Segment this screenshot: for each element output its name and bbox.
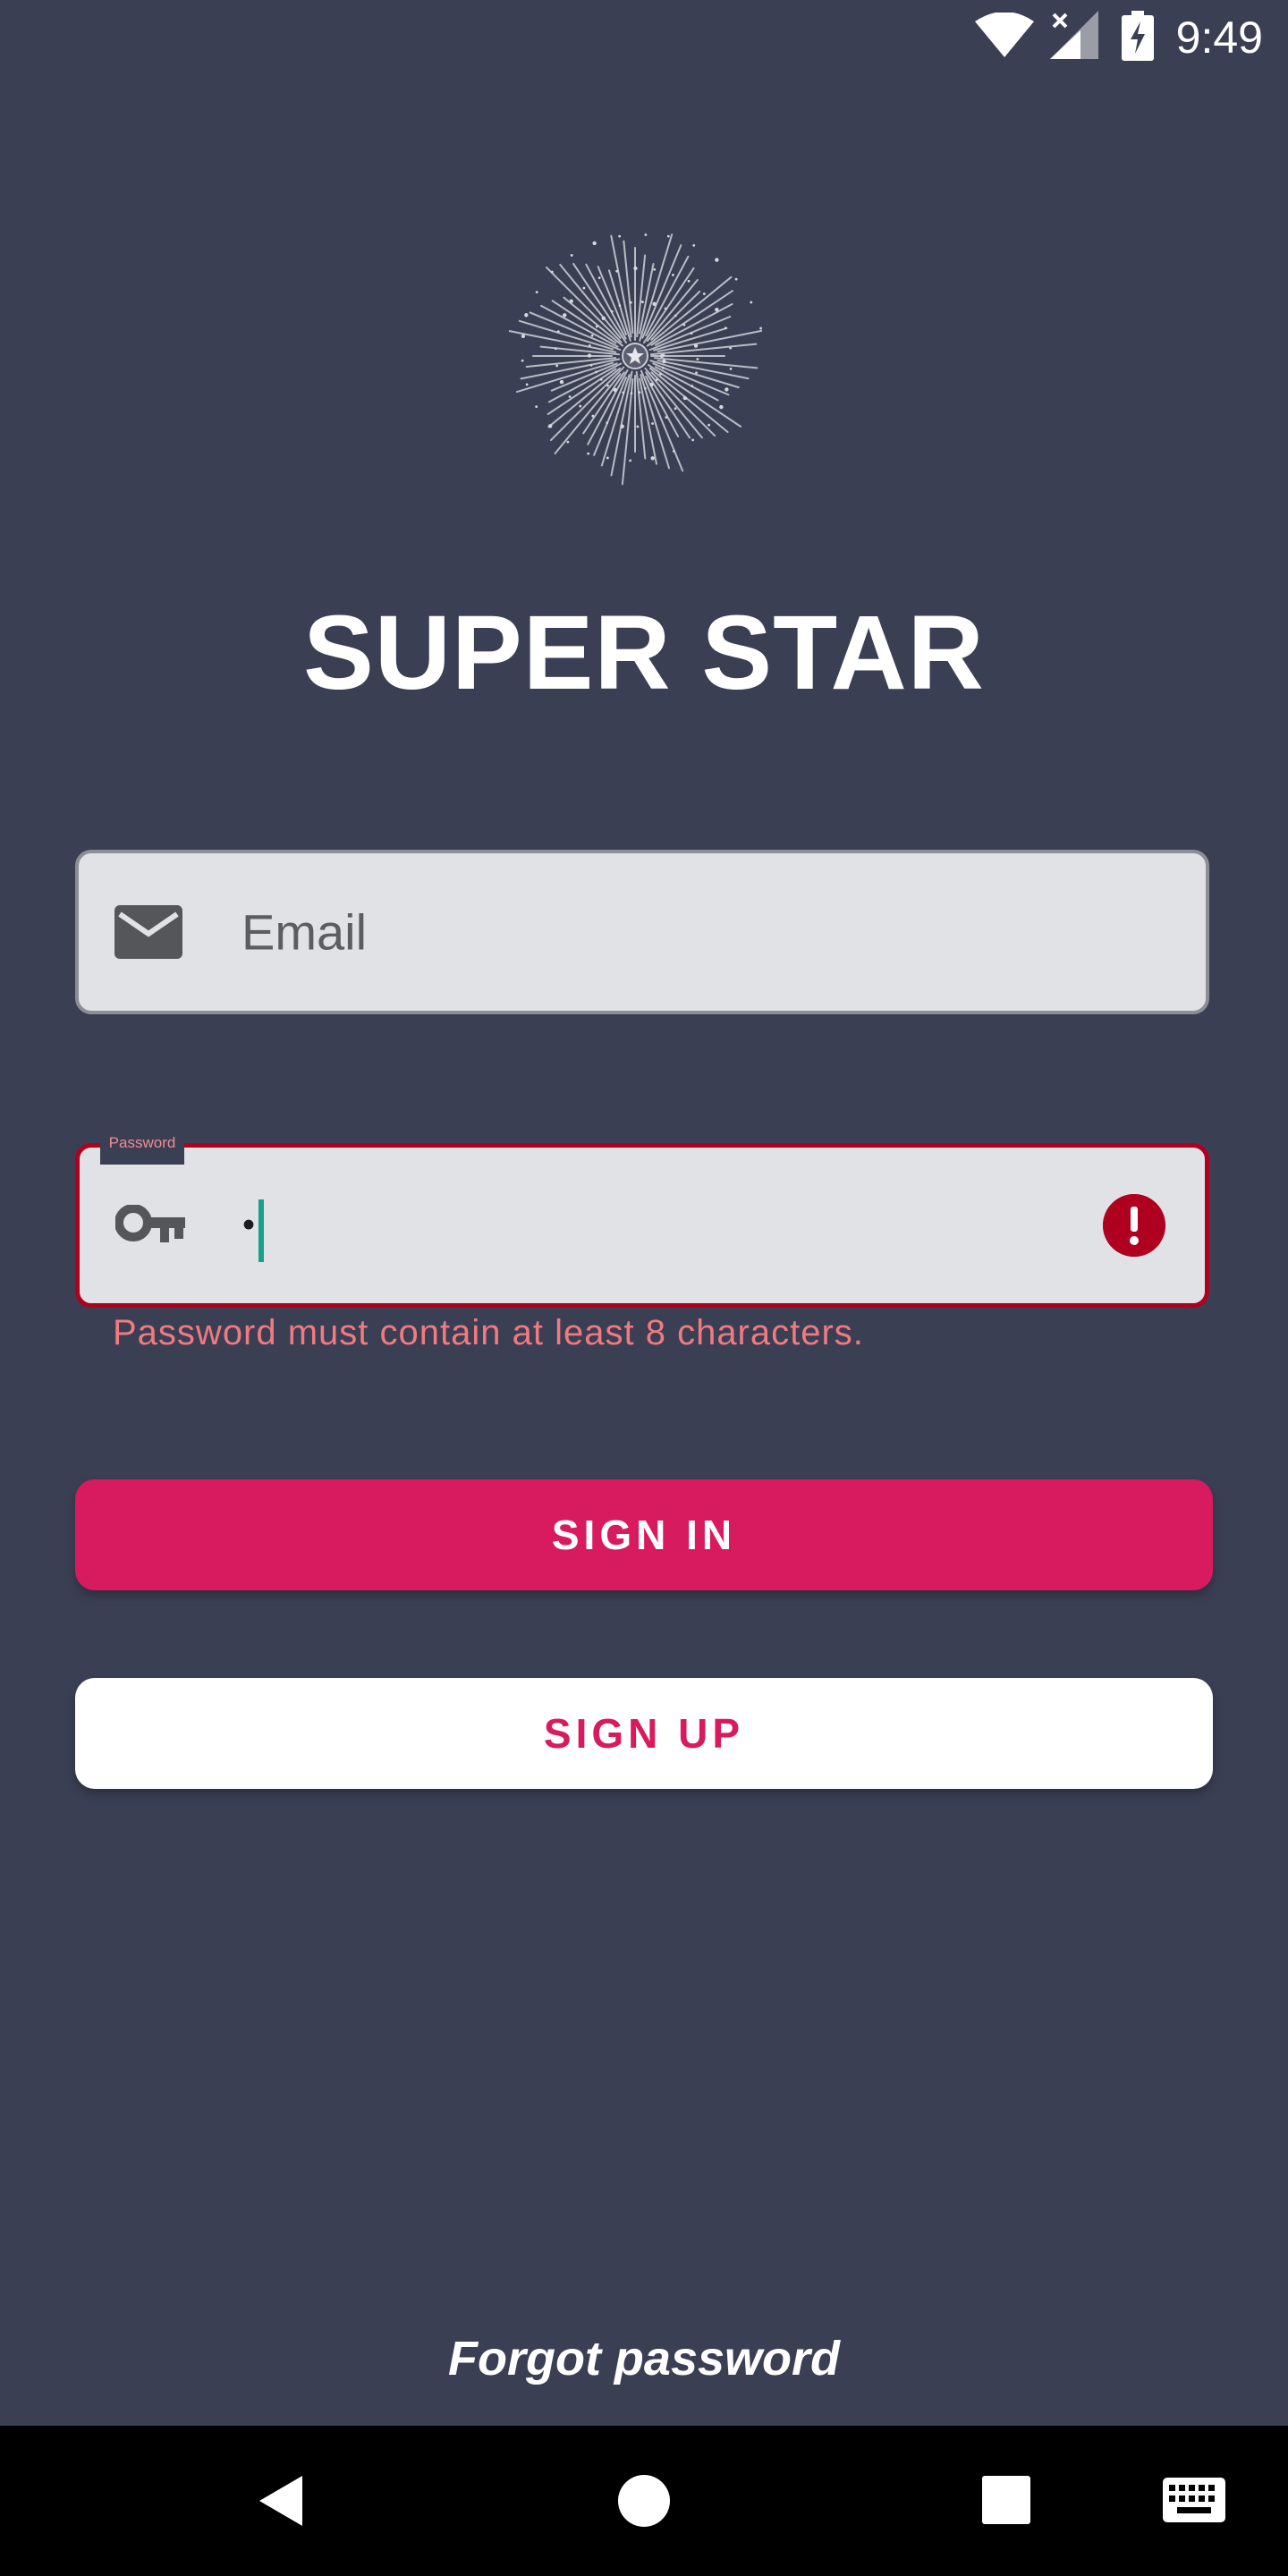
text-cursor bbox=[258, 1199, 264, 1262]
app-title: SUPER STAR bbox=[303, 594, 985, 712]
starburst-logo bbox=[508, 233, 763, 486]
keyboard-icon[interactable] bbox=[1163, 2478, 1225, 2522]
password-error-text: Password must contain at least 8 charact… bbox=[113, 1313, 864, 1352]
email-placeholder: Email bbox=[242, 903, 368, 961]
recents-icon[interactable] bbox=[982, 2476, 1030, 2524]
cell-signal-icon bbox=[1050, 11, 1098, 59]
status-bar: 9:49 bbox=[0, 0, 1288, 75]
sign-up-button[interactable]: SIGN UP bbox=[75, 1678, 1213, 1789]
wifi-icon bbox=[975, 13, 1034, 57]
back-icon[interactable] bbox=[256, 2472, 306, 2529]
sign-in-button[interactable]: SIGN IN bbox=[75, 1479, 1213, 1590]
password-label: Password bbox=[100, 1129, 184, 1165]
home-icon[interactable] bbox=[617, 2474, 671, 2528]
battery-charging-icon bbox=[1122, 11, 1154, 61]
navigation-bar bbox=[0, 2426, 1288, 2576]
forgot-password-link[interactable]: Forgot password bbox=[0, 2331, 1288, 2386]
status-time: 9:49 bbox=[1175, 13, 1263, 63]
password-value: • bbox=[242, 1205, 256, 1245]
error-icon bbox=[1103, 1194, 1165, 1257]
email-icon bbox=[114, 905, 182, 959]
password-field[interactable]: • bbox=[75, 1143, 1209, 1308]
email-field[interactable]: Email bbox=[75, 850, 1209, 1014]
key-icon bbox=[115, 1205, 185, 1242]
